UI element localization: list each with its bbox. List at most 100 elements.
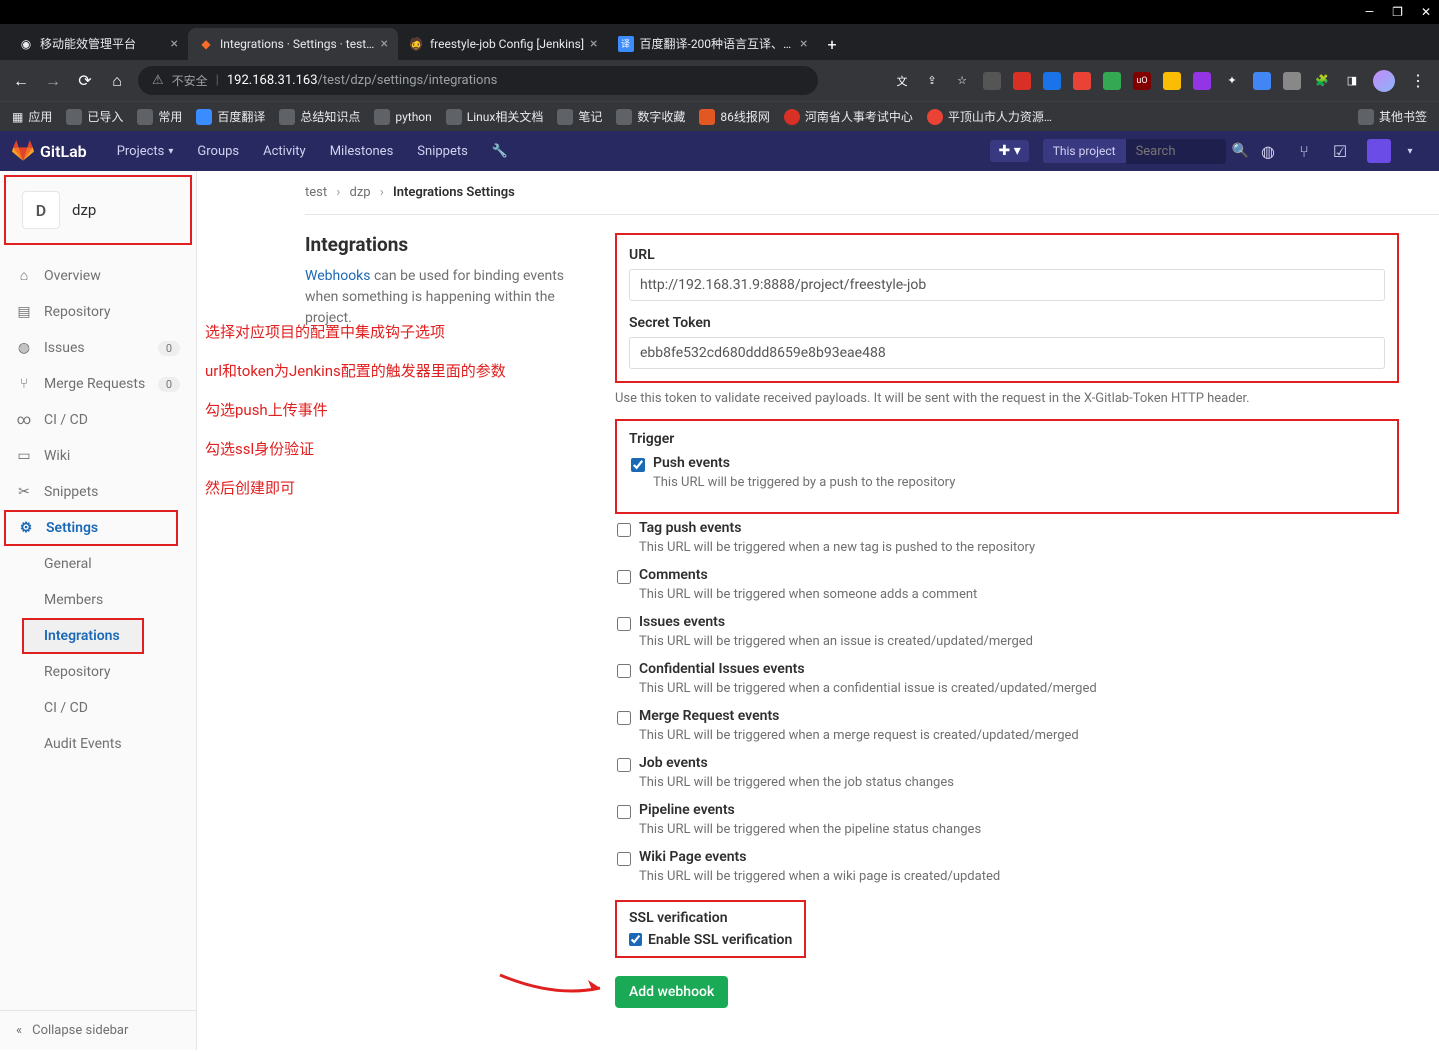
nav-groups[interactable]: Groups — [187, 131, 249, 171]
trigger-checkbox[interactable] — [617, 523, 631, 537]
bookmark-folder[interactable]: 总结知识点 — [279, 108, 360, 125]
breadcrumb-root[interactable]: test — [305, 185, 327, 200]
search-icon[interactable]: 🔍 — [1232, 143, 1249, 159]
sidebar-item-repository[interactable]: ▤Repository — [0, 294, 196, 330]
trigger-checkbox[interactable] — [617, 758, 631, 772]
gitlab-navbar: GitLab Projects Groups Activity Mileston… — [0, 131, 1439, 171]
tab-title: Integrations · Settings · test / d — [220, 37, 375, 51]
nav-milestones[interactable]: Milestones — [320, 131, 404, 171]
ext-icon[interactable] — [1073, 72, 1091, 90]
bookmark-item[interactable]: 平顶山市人力资源… — [927, 108, 1052, 125]
search-scope[interactable]: This project — [1043, 139, 1126, 163]
sidebar-item-merge-requests[interactable]: ⑂Merge Requests0 — [0, 366, 196, 402]
trigger-checkbox[interactable] — [617, 711, 631, 725]
bookmark-folder[interactable]: 常用 — [137, 108, 182, 125]
translate-ext-icon[interactable]: 文 — [893, 72, 911, 90]
nav-snippets[interactable]: Snippets — [407, 131, 478, 171]
secret-token-input[interactable] — [629, 337, 1385, 369]
close-icon[interactable]: × — [381, 36, 388, 52]
bookmark-item[interactable]: 河南省人事考试中心 — [784, 108, 913, 125]
share-icon[interactable]: ⇪ — [923, 72, 941, 90]
sidebar-sub-integrations[interactable]: Integrations — [22, 618, 144, 654]
breadcrumb-project[interactable]: dzp — [349, 185, 370, 200]
browser-tab[interactable]: ◉ 移动能效管理平台 × — [8, 27, 188, 60]
ext-icon[interactable] — [1043, 72, 1061, 90]
user-avatar[interactable] — [1367, 139, 1391, 163]
panel-icon[interactable]: ◨ — [1343, 72, 1361, 90]
menu-icon[interactable]: ⋮ — [1407, 71, 1429, 90]
sidebar-item-issues[interactable]: ◍Issues0 — [0, 330, 196, 366]
home-button[interactable]: ⌂ — [106, 71, 128, 91]
close-icon[interactable]: × — [171, 36, 178, 52]
merge-requests-icon[interactable]: ⑂ — [1287, 131, 1321, 171]
ext-icon[interactable]: ✦ — [1223, 72, 1241, 90]
folder-icon — [557, 109, 573, 125]
gitlab-logo[interactable]: GitLab — [12, 140, 87, 162]
ext-icon[interactable] — [1163, 72, 1181, 90]
ext-icon[interactable] — [1013, 72, 1031, 90]
project-header[interactable]: D dzp — [4, 175, 192, 245]
ext-icon[interactable] — [1103, 72, 1121, 90]
new-dropdown[interactable]: ✚ ▾ — [990, 140, 1028, 162]
puzzle-icon[interactable]: 🧩 — [1313, 72, 1331, 90]
window-minimize[interactable]: — — [1365, 5, 1374, 19]
address-bar[interactable]: ⚠ 不安全 | 192.168.31.163/test/dzp/settings… — [138, 66, 818, 95]
browser-tab[interactable]: 译 百度翻译-200种语言互译、沟通… × — [608, 27, 818, 60]
add-webhook-button[interactable]: Add webhook — [615, 976, 728, 1008]
bookmark-folder[interactable]: 笔记 — [557, 108, 602, 125]
sidebar-sub-repository[interactable]: Repository — [0, 654, 196, 690]
search-input[interactable] — [1126, 139, 1226, 164]
ext-icon[interactable] — [1253, 72, 1271, 90]
trigger-desc: This URL will be triggered when a confid… — [639, 681, 1097, 696]
sidebar-item-snippets[interactable]: ✂Snippets — [0, 474, 196, 510]
sidebar-item-overview[interactable]: ⌂Overview — [0, 257, 196, 294]
webhooks-link[interactable]: Webhooks — [305, 268, 371, 284]
ext-icon[interactable] — [1283, 72, 1301, 90]
issues-icon[interactable]: ◍ — [1251, 131, 1285, 171]
profile-avatar[interactable] — [1373, 70, 1395, 92]
browser-tab[interactable]: 🧔 freestyle-job Config [Jenkins] × — [398, 28, 608, 60]
back-button[interactable]: ← — [10, 71, 32, 91]
other-bookmarks[interactable]: 其他书签 — [1358, 108, 1427, 125]
new-tab-button[interactable]: + — [818, 29, 847, 60]
ublock-icon[interactable]: uO — [1133, 72, 1151, 90]
push-events-checkbox[interactable] — [631, 458, 645, 472]
webhook-url-input[interactable] — [629, 269, 1385, 301]
bookmark-folder[interactable]: python — [374, 109, 431, 125]
collapse-sidebar[interactable]: « Collapse sidebar — [0, 1010, 196, 1050]
sidebar-item-settings[interactable]: ⚙Settings — [4, 510, 178, 546]
apps-button[interactable]: ▦应用 — [12, 108, 52, 125]
sidebar-sub-general[interactable]: General — [0, 546, 196, 582]
browser-tab[interactable]: ◆ Integrations · Settings · test / d × — [188, 28, 398, 60]
window-maximize[interactable]: ❐ — [1392, 5, 1403, 19]
caret-down-icon[interactable]: ▾ — [1393, 131, 1427, 171]
nav-projects[interactable]: Projects — [107, 131, 184, 171]
nav-activity[interactable]: Activity — [253, 131, 316, 171]
sidebar-item-wiki[interactable]: ▭Wiki — [0, 438, 196, 474]
bookmark-folder[interactable]: 数字收藏 — [616, 108, 685, 125]
star-icon[interactable]: ☆ — [953, 72, 971, 90]
forward-button[interactable]: → — [42, 71, 64, 91]
bookmark-item[interactable]: 百度翻译 — [196, 108, 265, 125]
sidebar-sub-members[interactable]: Members — [0, 582, 196, 618]
trigger-checkbox[interactable] — [617, 852, 631, 866]
close-icon[interactable]: × — [590, 36, 597, 52]
window-close[interactable]: ✕ — [1421, 5, 1431, 19]
bookmark-item[interactable]: 86线报网 — [699, 108, 770, 125]
bookmark-folder[interactable]: 已导入 — [66, 108, 123, 125]
bookmark-folder[interactable]: Linux相关文档 — [446, 108, 544, 125]
sidebar-item-cicd[interactable]: ∞CI / CD — [0, 402, 196, 438]
todos-icon[interactable]: ☑ — [1323, 131, 1357, 171]
trigger-checkbox[interactable] — [617, 805, 631, 819]
wrench-icon[interactable]: 🔧 — [482, 131, 518, 171]
sidebar-sub-audit[interactable]: Audit Events — [0, 726, 196, 762]
close-icon[interactable]: × — [800, 36, 807, 52]
ext-icon[interactable] — [1193, 72, 1211, 90]
trigger-checkbox[interactable] — [617, 664, 631, 678]
sidebar-sub-cicd[interactable]: CI / CD — [0, 690, 196, 726]
ext-icon[interactable] — [983, 72, 1001, 90]
trigger-checkbox[interactable] — [617, 617, 631, 631]
ssl-checkbox[interactable] — [629, 933, 642, 946]
trigger-checkbox[interactable] — [617, 570, 631, 584]
reload-button[interactable]: ⟳ — [74, 71, 96, 90]
